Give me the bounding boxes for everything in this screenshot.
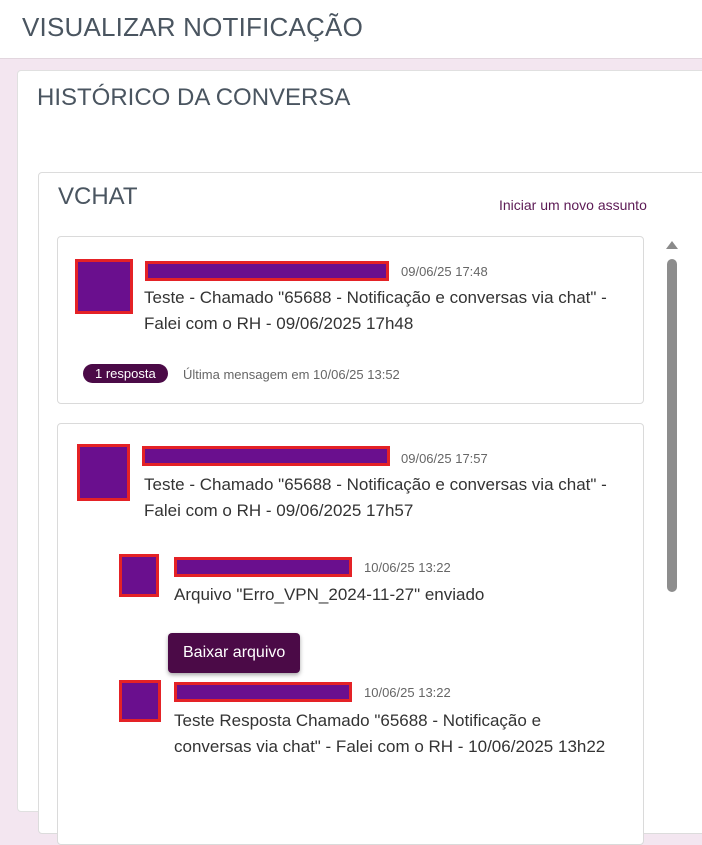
page-title: VISUALIZAR NOTIFICAÇÃO: [22, 12, 364, 42]
message-timestamp: 10/06/25 13:22: [364, 685, 451, 700]
message-timestamp: 09/06/25 17:57: [401, 451, 488, 466]
download-file-button[interactable]: Baixar arquivo: [168, 633, 301, 673]
avatar: [119, 680, 161, 722]
thread-card[interactable]: 09/06/25 17:57 Teste - Chamado "65688 - …: [57, 423, 644, 845]
message-text: Teste Resposta Chamado "65688 - Notifica…: [174, 711, 606, 756]
page-header: VISUALIZAR NOTIFICAÇÃO: [0, 0, 702, 59]
message-timestamp: 10/06/25 13:22: [364, 560, 451, 575]
vchat-title: VCHAT: [58, 183, 138, 210]
new-topic-link[interactable]: Iniciar um novo assunto: [499, 197, 647, 213]
message-text: Arquivo "Erro_VPN_2024-11-27" enviado: [174, 585, 485, 604]
redacted-author-name: [142, 446, 390, 466]
reply-count-badge[interactable]: 1 resposta: [83, 364, 168, 383]
thread-card[interactable]: 09/06/25 17:48 Teste - Chamado "65688 - …: [57, 236, 644, 404]
message-text: Teste - Chamado "65688 - Notificação e c…: [144, 475, 607, 520]
scrollbar[interactable]: [664, 239, 680, 839]
message-text: Teste - Chamado "65688 - Notificação e c…: [144, 288, 607, 333]
avatar: [119, 554, 159, 597]
redacted-author-name: [174, 682, 352, 702]
scrollbar-thumb[interactable]: [667, 259, 677, 592]
redacted-author-name: [174, 557, 352, 577]
last-message-info: Última mensagem em 10/06/25 13:52: [183, 367, 400, 382]
history-title: HISTÓRICO DA CONVERSA: [37, 84, 351, 111]
message-timestamp: 09/06/25 17:48: [401, 264, 488, 279]
redacted-author-name: [145, 261, 389, 281]
scroll-up-arrow-icon[interactable]: [666, 241, 678, 249]
avatar: [77, 444, 130, 501]
history-panel: HISTÓRICO DA CONVERSA VCHAT Iniciar um n…: [17, 70, 702, 845]
vchat-panel: VCHAT Iniciar um novo assunto 09/06/25 1…: [38, 172, 702, 845]
avatar: [75, 259, 133, 314]
